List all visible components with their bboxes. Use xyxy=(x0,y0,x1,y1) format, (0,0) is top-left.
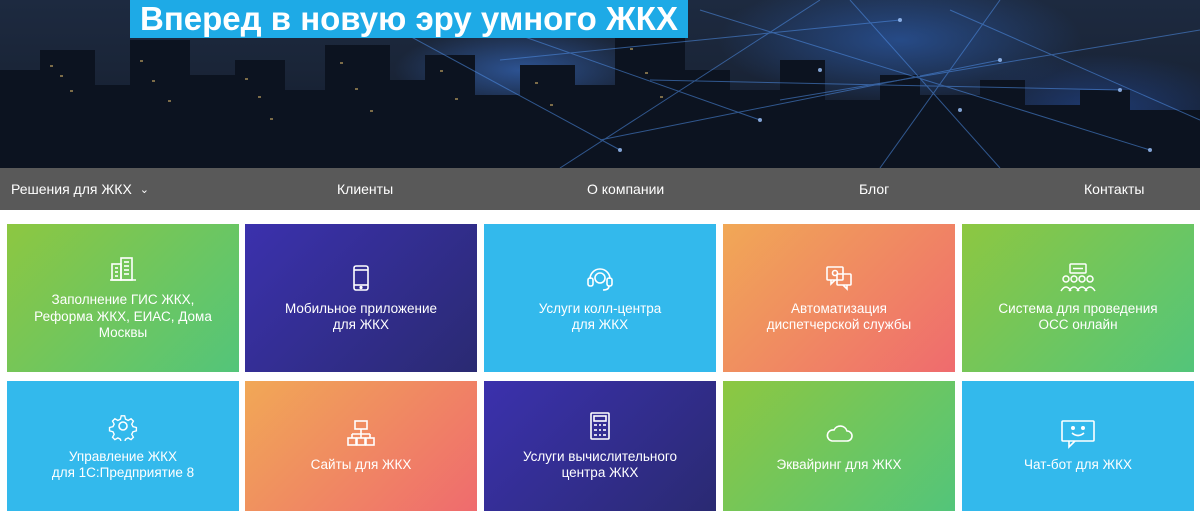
sitemap-icon xyxy=(347,419,375,446)
tile-call-center[interactable]: Услуги колл-центра для ЖКХ xyxy=(484,224,716,372)
meeting-people-icon xyxy=(1060,262,1096,291)
nav-item-solutions[interactable]: Решения для ЖКХ ⌄ xyxy=(11,168,149,210)
nav-item-label: Контакты xyxy=(1084,181,1145,197)
tile-dispatch-automation[interactable]: Автоматизация диспетчерской службы xyxy=(723,224,955,372)
tile-label: Эквайринг для ЖКХ xyxy=(776,456,902,472)
chat-bot-icon xyxy=(1061,419,1095,449)
tile-1c-management[interactable]: Управление ЖКХ для 1С:Предприятие 8 xyxy=(7,381,239,511)
tile-label: Мобильное приложение для ЖКХ xyxy=(284,300,438,333)
tile-gis-zhkh[interactable]: Заполнение ГИС ЖКХ, Реформа ЖКХ, ЕИАС, До… xyxy=(7,224,239,372)
chevron-down-icon[interactable]: ⌄ xyxy=(140,169,149,211)
tile-label: Заполнение ГИС ЖКХ, Реформа ЖКХ, ЕИАС, До… xyxy=(34,292,212,341)
gear-icon xyxy=(108,414,138,441)
nav-item-blog[interactable]: Блог xyxy=(859,168,889,210)
nav-item-contacts[interactable]: Контакты xyxy=(1084,168,1144,210)
nav-item-label: О компании xyxy=(587,181,665,197)
tile-label: Услуги вычислительного центра ЖКХ xyxy=(523,448,677,481)
nav-item-label: Блог xyxy=(859,181,890,197)
hero-banner: Вперед в новую эру умного ЖКХ xyxy=(0,0,1200,168)
buildings-icon xyxy=(110,257,136,282)
dispatch-chat-icon xyxy=(826,265,852,291)
tile-mobile-app[interactable]: Мобильное приложение для ЖКХ xyxy=(245,224,477,372)
main-nav: Решения для ЖКХ ⌄ Клиенты О компании Блог… xyxy=(0,168,1200,210)
nav-item-label: Клиенты xyxy=(337,181,394,197)
tile-computing-center[interactable]: Услуги вычислительного центра ЖКХ xyxy=(484,381,716,511)
tile-label: Услуги колл-центра для ЖКХ xyxy=(538,300,662,333)
mobile-phone-icon xyxy=(353,264,369,291)
nav-item-about[interactable]: О компании xyxy=(587,168,664,210)
headset-icon xyxy=(587,267,613,291)
tile-label: Сайты для ЖКХ xyxy=(310,456,412,472)
hero-title: Вперед в новую эру умного ЖКХ xyxy=(130,0,688,38)
tile-acquiring[interactable]: Эквайринг для ЖКХ xyxy=(723,381,955,511)
tile-chat-bot[interactable]: Чат-бот для ЖКХ xyxy=(962,381,1194,511)
cloud-icon xyxy=(826,425,853,442)
tile-label: Система для проведения ОСС онлайн xyxy=(998,300,1158,333)
tile-oss-online[interactable]: Система для проведения ОСС онлайн xyxy=(962,224,1194,372)
nav-item-clients[interactable]: Клиенты xyxy=(337,168,393,210)
tile-label: Чат-бот для ЖКХ xyxy=(1024,456,1132,472)
calculator-icon xyxy=(590,411,610,440)
tile-websites[interactable]: Сайты для ЖКХ xyxy=(245,381,477,511)
nav-item-label: Решения для ЖКХ xyxy=(11,181,132,197)
tile-label: Автоматизация диспетчерской службы xyxy=(766,300,912,333)
tile-label: Управление ЖКХ для 1С:Предприятие 8 xyxy=(51,448,195,481)
